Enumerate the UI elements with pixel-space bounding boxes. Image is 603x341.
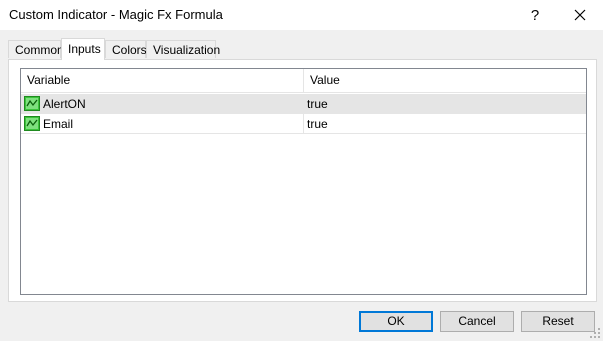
variable-name: Email [43, 117, 74, 131]
close-button[interactable] [557, 0, 603, 30]
close-icon [574, 9, 586, 21]
variable-value[interactable]: true [307, 117, 328, 131]
table-row[interactable]: Email true [21, 114, 586, 134]
inputs-grid: Variable Value AlertON true Email true [20, 68, 587, 295]
tab-inputs[interactable]: Inputs [61, 38, 105, 60]
window-title: Custom Indicator - Magic Fx Formula [9, 7, 223, 22]
column-header-variable[interactable]: Variable [21, 69, 304, 92]
tab-visualization[interactable]: Visualization [146, 40, 220, 58]
resize-grip-icon[interactable] [590, 328, 600, 338]
title-bar: Custom Indicator - Magic Fx Formula ? [0, 0, 603, 30]
parameter-icon [24, 116, 40, 131]
table-row[interactable]: AlertON true [21, 94, 586, 114]
tab-common[interactable]: Common [8, 40, 64, 58]
tab-colors[interactable]: Colors [105, 40, 147, 58]
parameter-icon [24, 96, 40, 111]
custom-indicator-dialog: Custom Indicator - Magic Fx Formula ? Co… [0, 0, 603, 341]
variable-cell: AlertON [21, 94, 304, 113]
ok-button[interactable]: OK [359, 311, 433, 332]
column-header-value[interactable]: Value [304, 69, 586, 92]
inputs-panel: Variable Value AlertON true Email true [8, 59, 597, 302]
cancel-button[interactable]: Cancel [440, 311, 514, 332]
help-button[interactable]: ? [512, 0, 558, 30]
reset-button[interactable]: Reset [521, 311, 595, 332]
variable-name: AlertON [43, 97, 86, 111]
variable-value[interactable]: true [307, 97, 328, 111]
variable-cell: Email [21, 114, 304, 133]
grid-header: Variable Value [21, 69, 586, 93]
